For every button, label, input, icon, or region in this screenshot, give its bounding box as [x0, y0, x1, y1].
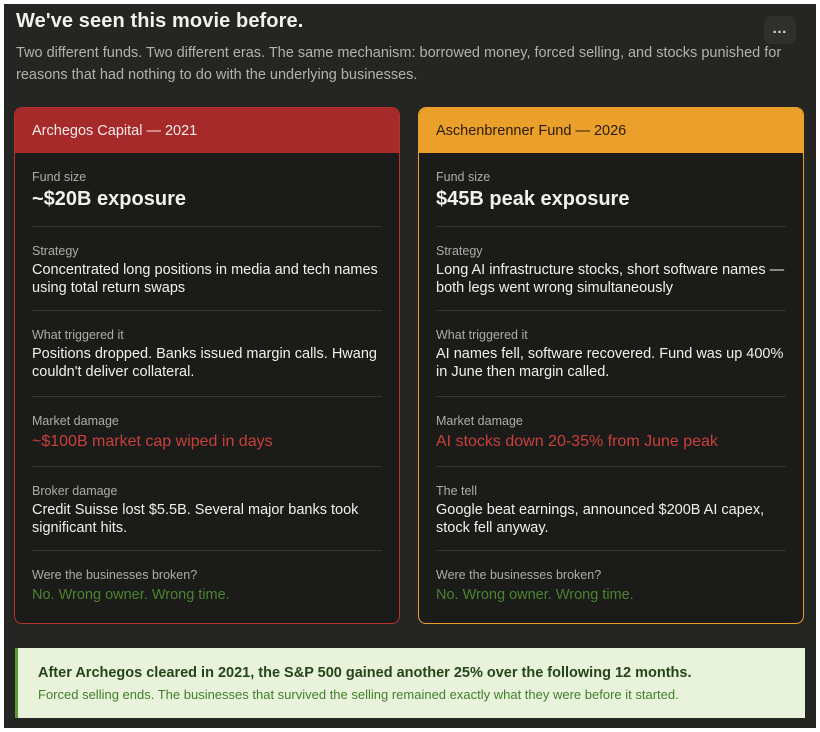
row-label: Were the businesses broken? — [32, 568, 198, 582]
takeaway-banner: After Archegos cleared in 2021, the S&P … — [15, 648, 805, 718]
row-value: No. Wrong owner. Wrong time. — [32, 587, 230, 603]
archegos-card-header: Archegos Capital — 2021 — [15, 108, 399, 153]
row-value: $45B peak exposure — [436, 188, 630, 210]
aschenbrenner-card: Aschenbrenner Fund — 2026 Fund size $45B… — [418, 107, 804, 624]
verdict-row: Were the businesses broken? No. Wrong ow… — [436, 551, 786, 611]
trigger-row: What triggered it AI names fell, softwar… — [436, 311, 786, 397]
aschenbrenner-card-header: Aschenbrenner Fund — 2026 — [419, 108, 803, 153]
archegos-card: Archegos Capital — 2021 Fund size ~$20B … — [14, 107, 400, 624]
strategy-row: Strategy Concentrated long positions in … — [32, 227, 382, 311]
page-title: We've seen this movie before. — [16, 10, 304, 32]
row-label: The tell — [436, 484, 477, 498]
fund-size-row: Fund size ~$20B exposure — [32, 153, 382, 227]
row-value: AI names fell, software recovered. Fund … — [436, 346, 784, 380]
banner-headline: After Archegos cleared in 2021, the S&P … — [38, 665, 692, 681]
row-value: Long AI infrastructure stocks, short sof… — [436, 262, 785, 296]
strategy-row: Strategy Long AI infrastructure stocks, … — [436, 227, 786, 311]
row-value: No. Wrong owner. Wrong time. — [436, 587, 634, 603]
row-value: ~$20B exposure — [32, 188, 186, 210]
row-label: Were the businesses broken? — [436, 568, 602, 582]
market-damage-row: Market damage ~$100B market cap wiped in… — [32, 397, 382, 467]
row-value: ~$100B market cap wiped in days — [32, 433, 273, 450]
archegos-card-body: Fund size ~$20B exposure Strategy Concen… — [15, 153, 399, 611]
more-horizontal-icon: … — [772, 20, 788, 37]
broker-damage-row: Broker damage Credit Suisse lost $5.5B. … — [32, 467, 382, 551]
more-options-button[interactable]: … — [764, 16, 796, 44]
row-label: Fund size — [32, 170, 87, 184]
market-damage-row: Market damage AI stocks down 20-35% from… — [436, 397, 786, 467]
row-label: Fund size — [436, 170, 491, 184]
row-value: AI stocks down 20-35% from June peak — [436, 433, 718, 450]
verdict-row: Were the businesses broken? No. Wrong ow… — [32, 551, 382, 611]
row-label: Market damage — [32, 414, 119, 428]
row-value: Positions dropped. Banks issued margin c… — [32, 346, 377, 380]
row-label: Broker damage — [32, 484, 118, 498]
row-label: Strategy — [436, 244, 483, 258]
row-label: Strategy — [32, 244, 79, 258]
trigger-row: What triggered it Positions dropped. Ban… — [32, 311, 382, 397]
row-value: Credit Suisse lost $5.5B. Several major … — [32, 502, 359, 536]
row-value: Google beat earnings, announced $200B AI… — [436, 502, 765, 536]
aschenbrenner-card-body: Fund size $45B peak exposure Strategy Lo… — [419, 153, 803, 611]
row-value: Concentrated long positions in media and… — [32, 262, 378, 296]
comparison-panel: We've seen this movie before. … Two diff… — [4, 4, 816, 728]
row-label: What triggered it — [32, 328, 124, 342]
the-tell-row: The tell Google beat earnings, announced… — [436, 467, 786, 551]
fund-size-row: Fund size $45B peak exposure — [436, 153, 786, 227]
row-label: Market damage — [436, 414, 523, 428]
banner-note: Forced selling ends. The businesses that… — [38, 687, 679, 702]
row-label: What triggered it — [436, 328, 528, 342]
page-subtitle: Two different funds. Two different eras.… — [16, 45, 782, 83]
